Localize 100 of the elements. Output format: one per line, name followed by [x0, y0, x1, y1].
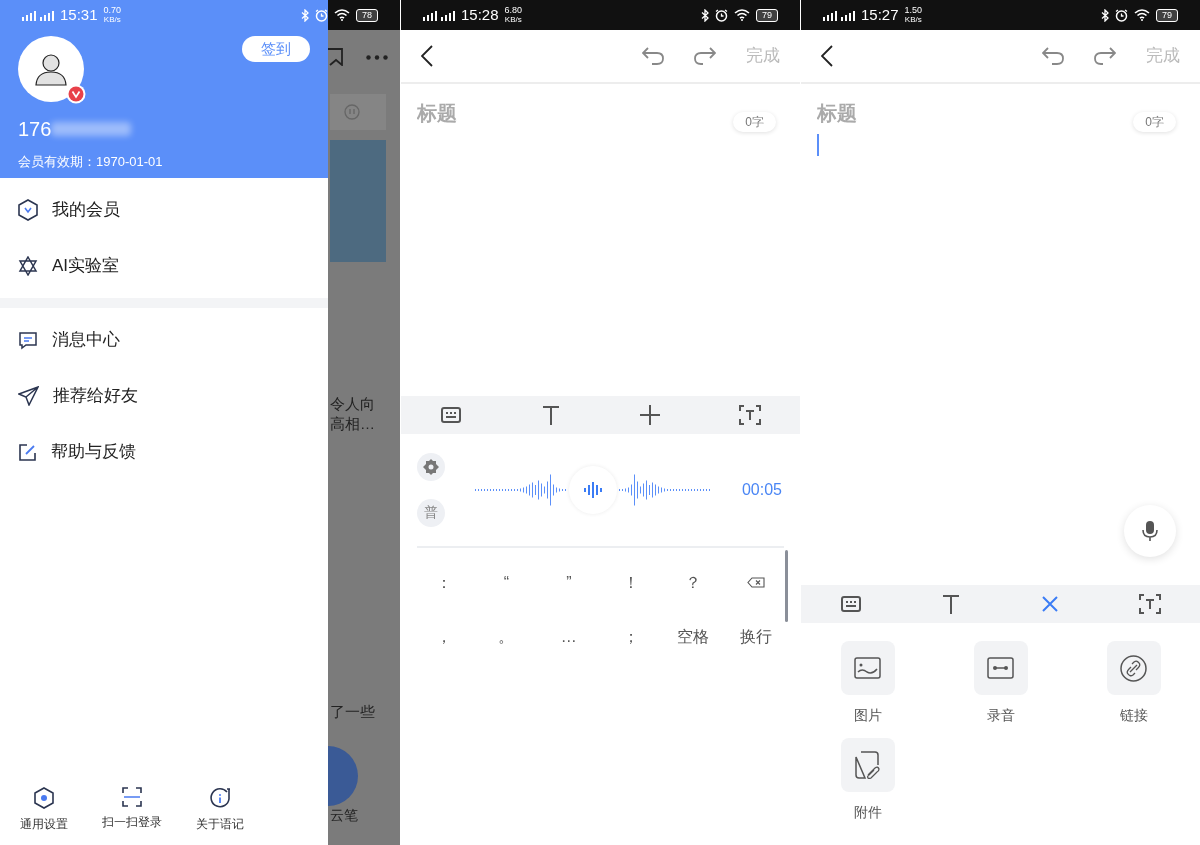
keyboard-key[interactable]: ” [537, 555, 600, 610]
drawer-menu-item[interactable]: 我的会员 [0, 182, 328, 238]
redo-icon[interactable] [1094, 47, 1116, 65]
keyboard-key[interactable]: ； [600, 609, 663, 664]
network-speed: 6.80 [504, 6, 523, 15]
keyboard-key[interactable]: ： [413, 555, 476, 610]
article-text: 高相… [330, 414, 376, 434]
microphone-icon [1142, 520, 1158, 542]
voice-input-button[interactable] [569, 465, 618, 514]
network-speed-unit: KB/s [904, 15, 922, 24]
alarm-clock-icon [315, 8, 328, 22]
signal-icon [40, 9, 54, 21]
keyboard-key[interactable]: 空格 [662, 609, 725, 664]
network-speed-unit: KB/s [504, 15, 522, 24]
undo-icon[interactable] [642, 47, 664, 65]
menu-label: 消息中心 [52, 329, 120, 352]
message-icon [18, 330, 38, 350]
close-icon [1042, 596, 1059, 612]
scan-icon [122, 787, 142, 807]
back-icon [821, 45, 833, 67]
drawer-menu-item[interactable]: 推荐给好友 [0, 368, 328, 424]
bluetooth-icon [1101, 8, 1109, 22]
article-text: 了一些 [330, 702, 376, 722]
drawer-menu-item[interactable]: 消息中心 [0, 312, 328, 368]
footer-button[interactable]: 关于语记 [176, 787, 264, 833]
word-count-badge: 0字 [733, 112, 776, 132]
network-speed: 0.70 [103, 6, 122, 15]
footer-button[interactable]: 扫一扫登录 [88, 787, 176, 833]
alarm-clock-icon [715, 8, 728, 22]
more-icon [366, 54, 388, 60]
status-time: 15:27 [861, 4, 899, 25]
signal-icon [423, 9, 437, 21]
battery-indicator: 79 [1156, 8, 1178, 22]
note-editor-area[interactable]: 标题 0字 [401, 84, 800, 396]
attachment-option[interactable]: 图片 [801, 641, 934, 726]
paperclip-file-icon [855, 751, 880, 779]
menu-label: 帮助与反馈 [51, 441, 136, 464]
attachment-option[interactable]: 附件 [801, 738, 934, 823]
title-field[interactable]: 标题 [417, 98, 617, 128]
backspace-icon [746, 577, 765, 588]
keyboard-icon [440, 406, 461, 423]
signal-icon [841, 9, 855, 21]
keyboard-key[interactable]: ！ [600, 555, 663, 610]
paper-plane-icon [18, 386, 39, 406]
shield-v-icon [18, 199, 38, 221]
attachment-label: 图片 [853, 706, 882, 725]
footer-button[interactable]: 通用设置 [0, 787, 88, 833]
recording-timer: 00:05 [741, 479, 782, 500]
signal-icon [22, 9, 36, 21]
battery-indicator: 78 [356, 8, 378, 22]
link-icon [1120, 654, 1147, 682]
star-of-david-icon [18, 256, 38, 276]
keyboard-icon [840, 596, 861, 612]
wifi-icon [1134, 9, 1150, 21]
keyboard-key[interactable]: 换行 [724, 609, 787, 664]
sound-bars-icon [584, 480, 603, 499]
wifi-icon [334, 9, 350, 21]
menu-label: AI实验室 [52, 255, 120, 278]
keyboard-key[interactable]: ？ [662, 555, 725, 610]
wifi-icon [734, 9, 750, 21]
note-editor-area[interactable]: 标题 0字 [801, 84, 1200, 585]
article-text: 令人向 [330, 394, 376, 414]
word-count-badge: 0字 [1133, 112, 1176, 132]
plus-icon [640, 404, 661, 425]
network-speed-unit: KB/s [103, 15, 121, 24]
redo-icon[interactable] [694, 47, 716, 65]
alarm-clock-icon [1115, 8, 1128, 22]
attachment-option[interactable]: 录音 [934, 641, 1067, 726]
title-field[interactable]: 标题 [817, 98, 1017, 128]
keyboard-key[interactable]: “ [475, 555, 538, 610]
attachment-label: 录音 [986, 706, 1015, 725]
phone-number: 176 [18, 117, 52, 142]
keyboard-key[interactable]: 。 [475, 609, 538, 664]
drawer-menu-item[interactable]: AI实验室 [0, 238, 328, 294]
keyboard-key[interactable]: … [537, 609, 600, 664]
membership-expiry: 会员有效期：1970-01-01 [18, 153, 164, 171]
info-icon [209, 787, 231, 809]
text-format-icon [941, 594, 960, 614]
text-scan-icon [1139, 594, 1162, 614]
battery-indicator: 79 [756, 8, 778, 22]
keyboard-key[interactable]: ， [413, 609, 476, 664]
mic-button[interactable] [1124, 505, 1176, 557]
voice-settings-button[interactable] [417, 452, 445, 481]
bookmark-icon [328, 48, 344, 66]
status-time: 15:31 [60, 4, 98, 25]
person-silhouette-icon [34, 52, 68, 86]
drawer-menu-item[interactable]: 帮助与反馈 [0, 424, 328, 480]
settings-icon [423, 458, 439, 475]
vip-badge-icon [66, 84, 86, 104]
signal-icon [441, 9, 455, 21]
bluetooth-icon [701, 8, 709, 22]
text-format-icon [541, 404, 560, 425]
recording-icon [987, 657, 1014, 679]
undo-icon[interactable] [1042, 47, 1064, 65]
status-time: 15:28 [461, 4, 499, 25]
attachment-option[interactable]: 链接 [1067, 641, 1200, 726]
attachment-label: 链接 [1119, 706, 1148, 725]
back-icon [421, 45, 433, 67]
signal-icon [823, 9, 837, 21]
text-scan-icon [739, 404, 762, 425]
